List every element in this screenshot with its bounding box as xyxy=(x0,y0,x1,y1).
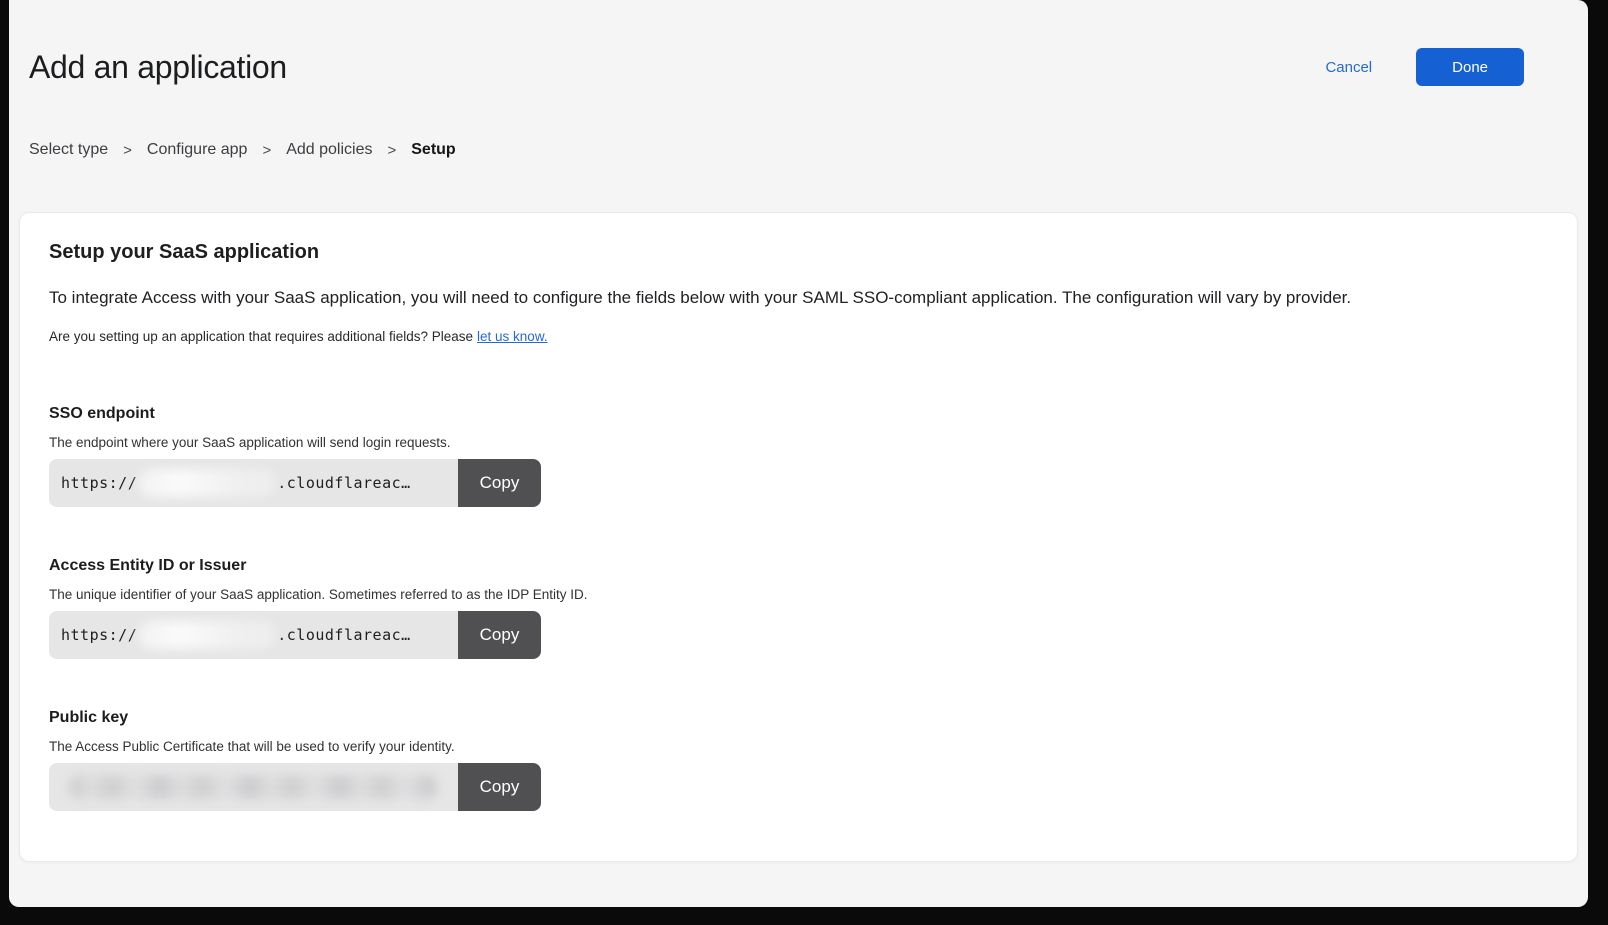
field-label: Access Entity ID or Issuer xyxy=(49,557,1547,575)
copy-button[interactable]: Copy xyxy=(458,763,541,811)
field-value-prefix: https:// xyxy=(61,474,137,492)
breadcrumb-separator: > xyxy=(387,142,396,159)
copy-button[interactable]: Copy xyxy=(458,611,541,659)
page-header: Add an application Cancel Done xyxy=(9,0,1588,86)
breadcrumb-item-add-policies[interactable]: Add policies xyxy=(286,141,372,159)
app-screen: Add an application Cancel Done Select ty… xyxy=(9,0,1588,907)
breadcrumb-separator: > xyxy=(123,142,132,159)
breadcrumb-separator: > xyxy=(262,142,271,159)
field-row: Copy xyxy=(49,763,541,811)
redacted-blur xyxy=(138,469,276,497)
breadcrumb-item-setup[interactable]: Setup xyxy=(411,141,455,159)
redacted-blur xyxy=(138,621,276,649)
field-value: https:// .cloudflareac… xyxy=(49,611,458,659)
field-row: https:// .cloudflareac… Copy xyxy=(49,611,541,659)
page-title: Add an application xyxy=(29,49,287,86)
note-text: Are you setting up an application that r… xyxy=(49,329,473,344)
field-value-suffix: .cloudflareac… xyxy=(277,474,410,492)
card-intro: To integrate Access with your SaaS appli… xyxy=(49,287,1547,309)
field-description: The unique identifier of your SaaS appli… xyxy=(49,587,1547,602)
field-value-prefix: https:// xyxy=(61,626,137,644)
field-label: SSO endpoint xyxy=(49,405,1547,423)
breadcrumb-item-select-type[interactable]: Select type xyxy=(29,141,108,159)
redacted-blur xyxy=(69,775,438,799)
field-row: https:// .cloudflareac… Copy xyxy=(49,459,541,507)
done-button[interactable]: Done xyxy=(1416,48,1524,86)
card-title: Setup your SaaS application xyxy=(49,241,1547,264)
field-public-key: Public key The Access Public Certificate… xyxy=(49,709,1547,811)
field-description: The endpoint where your SaaS application… xyxy=(49,435,1547,450)
fields: SSO endpoint The endpoint where your Saa… xyxy=(49,405,1547,811)
cancel-button[interactable]: Cancel xyxy=(1325,59,1372,76)
field-label: Public key xyxy=(49,709,1547,727)
field-sso-endpoint: SSO endpoint The endpoint where your Saa… xyxy=(49,405,1547,507)
field-description: The Access Public Certificate that will … xyxy=(49,739,1547,754)
breadcrumb: Select type > Configure app > Add polici… xyxy=(29,141,1588,159)
header-actions: Cancel Done xyxy=(1325,48,1524,86)
copy-button[interactable]: Copy xyxy=(458,459,541,507)
breadcrumb-item-configure-app[interactable]: Configure app xyxy=(147,141,248,159)
field-value-suffix: .cloudflareac… xyxy=(277,626,410,644)
let-us-know-link[interactable]: let us know. xyxy=(477,329,548,344)
field-value: https:// .cloudflareac… xyxy=(49,459,458,507)
card-note: Are you setting up an application that r… xyxy=(49,329,1547,344)
setup-card: Setup your SaaS application To integrate… xyxy=(19,212,1578,862)
field-value xyxy=(49,763,458,811)
field-access-entity-id-or-issuer: Access Entity ID or Issuer The unique id… xyxy=(49,557,1547,659)
